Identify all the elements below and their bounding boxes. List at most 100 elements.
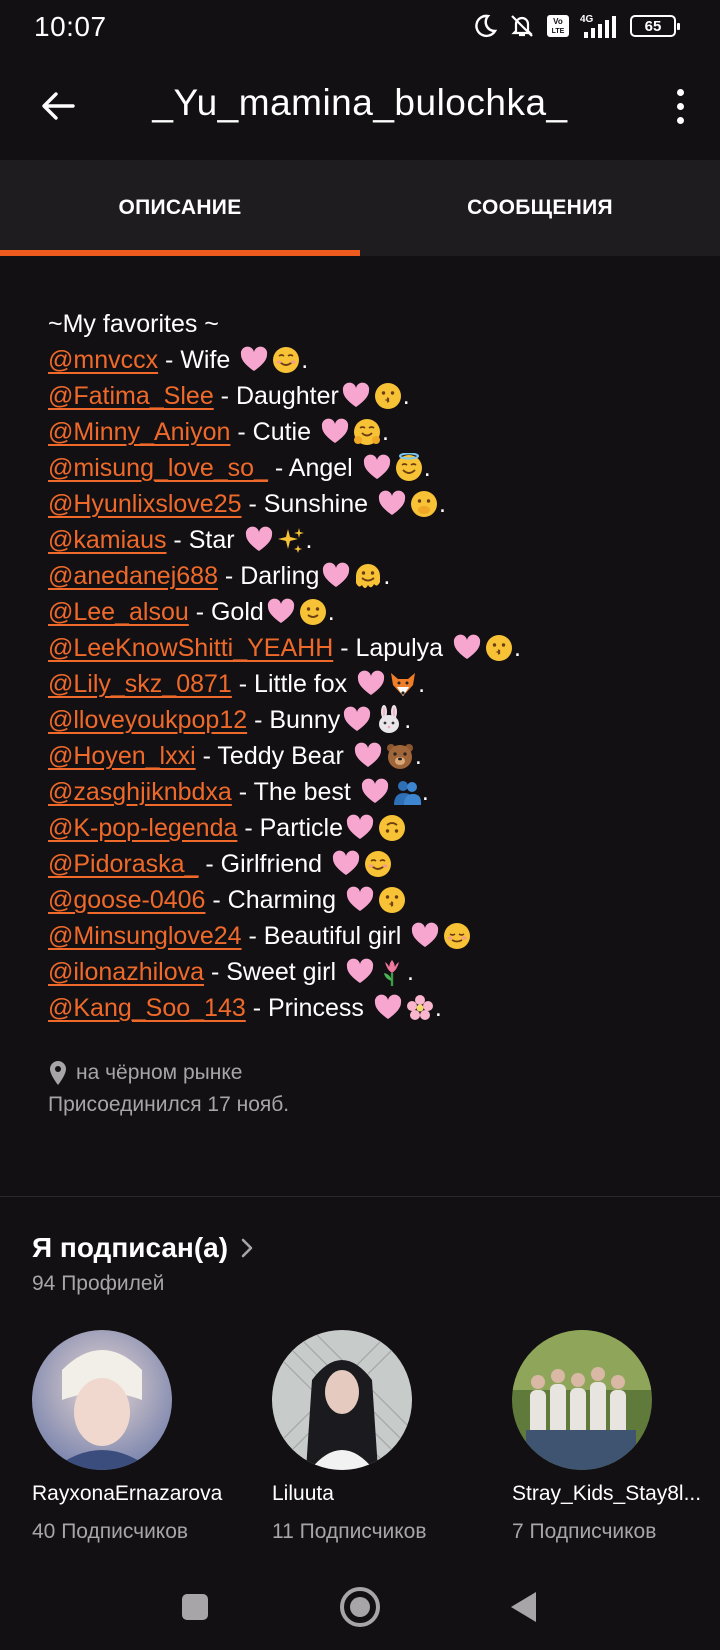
favorite-entry: @kamiaus - Star .: [48, 522, 688, 558]
tab-description[interactable]: ОПИСАНИЕ: [0, 160, 360, 256]
user-mention-link[interactable]: @Lee_alsou: [48, 594, 189, 630]
user-mention-link[interactable]: @zasghjiknbdxa: [48, 774, 232, 810]
kissing-face-icon: [373, 381, 403, 411]
dot: [676, 116, 684, 124]
hand-over-mouth-face-icon: [409, 489, 439, 519]
pink-heart-icon: [342, 705, 372, 735]
volte-icon: Vo LTE: [546, 14, 570, 38]
svg-text:LTE: LTE: [552, 28, 565, 35]
page-title: _Yu_mamina_bulochka_: [152, 82, 568, 123]
entry-punctuation: .: [406, 958, 414, 986]
divider: [0, 1196, 720, 1197]
kissing-face-icon: [484, 633, 514, 663]
square-icon: [182, 1594, 208, 1620]
pink-heart-icon: [331, 849, 361, 879]
favorite-entry: @Pidoraska_ - Girlfriend: [48, 846, 688, 882]
chevron-right-icon: [241, 1238, 253, 1258]
profile-card[interactable]: Stray_Kids_Stay8l... 7 Подписчиков: [512, 1330, 720, 1544]
profile-meta: на чёрном рынке Присоединился 17 нояб.: [48, 1056, 289, 1120]
profile-card[interactable]: RayxonaErnazarova 40 Подписчиков: [32, 1330, 262, 1544]
favorite-entry: @Hyunlixslove25 - Sunshine .: [48, 486, 688, 522]
user-mention-link[interactable]: @K-pop-legenda: [48, 810, 237, 846]
favorite-entry: @Lee_alsou - Gold.: [48, 594, 688, 630]
user-mention-link[interactable]: @LeeKnowShitti_YEAHH: [48, 630, 333, 666]
entry-punctuation: .: [383, 562, 391, 590]
user-mention-link[interactable]: @goose-0406: [48, 882, 205, 918]
pink-heart-icon: [244, 525, 274, 555]
entry-punctuation: .: [414, 742, 422, 770]
user-mention-link[interactable]: @misung_love_so_: [48, 450, 268, 486]
signal-4g-icon: 4G: [580, 12, 620, 40]
entry-punctuation: .: [514, 634, 521, 662]
smiling-eyes-face-icon: [363, 849, 393, 879]
relieved-face-icon: [442, 921, 472, 951]
people-hugging-icon: [392, 777, 422, 807]
favorite-entry: @K-pop-legenda - Particle: [48, 810, 688, 846]
entry-punctuation: .: [381, 418, 389, 446]
description-heading: ~My favorites ~: [48, 310, 219, 338]
entry-punctuation: .: [301, 346, 309, 374]
entry-punctuation: .: [421, 778, 429, 806]
user-mention-link[interactable]: @Minny_Aniyon: [48, 414, 230, 450]
favorite-label: - Beautiful girl: [241, 922, 409, 950]
user-mention-link[interactable]: @anedanej688: [48, 558, 218, 594]
recent-apps-button[interactable]: [170, 1582, 220, 1632]
status-time: 10:07: [34, 11, 107, 42]
tab-messages[interactable]: СООБЩЕНИЯ: [360, 160, 720, 256]
favorite-entry: @anedanej688 - Darling.: [48, 558, 688, 594]
profile-card[interactable]: Liluuta 11 Подписчиков: [272, 1330, 502, 1544]
cherry-blossom-icon: [405, 993, 435, 1023]
favorite-label: - Sweet girl: [204, 958, 343, 986]
profile-name: Stray_Kids_Stay8l...: [512, 1482, 702, 1505]
entry-punctuation: .: [402, 382, 410, 410]
pink-heart-icon: [266, 597, 296, 627]
favorite-label: - Angel: [267, 454, 360, 482]
kissing-plain-face-icon: [377, 885, 407, 915]
pink-heart-icon: [345, 813, 375, 843]
pink-heart-icon: [377, 489, 407, 519]
melting-face-icon: [353, 561, 383, 591]
entry-punctuation: .: [305, 526, 313, 554]
user-mention-link[interactable]: @ilonazhilova: [48, 954, 204, 990]
pink-heart-icon: [341, 381, 371, 411]
following-header[interactable]: Я подписан(а): [32, 1232, 254, 1264]
following-title: Я подписан(а): [32, 1232, 229, 1263]
user-mention-link[interactable]: @Kang_Soo_143: [48, 990, 246, 1026]
svg-text:4G: 4G: [580, 14, 594, 25]
home-button[interactable]: [335, 1582, 385, 1632]
favorite-label: - The best: [231, 778, 358, 806]
user-mention-link[interactable]: @Hyunlixslove25: [48, 486, 242, 522]
hugging-face-icon: [352, 417, 382, 447]
status-icons: Vo LTE 4G 65: [472, 12, 680, 40]
user-mention-link[interactable]: @mnvccx: [48, 342, 158, 378]
user-mention-link[interactable]: @Minsunglove24: [48, 918, 242, 954]
dot: [676, 102, 684, 110]
user-mention-link[interactable]: @Pidoraska_: [48, 846, 198, 882]
pink-heart-icon: [345, 957, 375, 987]
profile-subscribers: 11 Подписчиков: [272, 1520, 427, 1543]
pink-heart-icon: [345, 885, 375, 915]
user-mention-link[interactable]: @Hoyen_lxxi: [48, 738, 196, 774]
favorite-label: - Princess: [245, 994, 371, 1022]
avatar: [32, 1330, 172, 1470]
favorite-entry: @mnvccx - Wife .: [48, 342, 688, 378]
back-nav-button[interactable]: [498, 1582, 548, 1632]
favorite-label: - Charming: [205, 886, 343, 914]
status-bar: 10:07 Vo LTE 4G 65: [0, 0, 720, 54]
profile-name: RayxonaErnazarova: [32, 1482, 223, 1505]
battery-icon: 65: [630, 15, 680, 37]
profile-subscribers: 7 Подписчиков: [512, 1520, 657, 1543]
user-mention-link[interactable]: @Lily_skz_0871: [48, 666, 232, 702]
pink-heart-icon: [321, 561, 351, 591]
user-mention-link[interactable]: @kamiaus: [48, 522, 166, 558]
entry-punctuation: .: [434, 994, 442, 1022]
user-mention-link[interactable]: @Fatima_Slee: [48, 378, 214, 414]
avatar: [512, 1330, 652, 1470]
tulip-icon: [377, 957, 407, 987]
more-options-button[interactable]: [670, 84, 690, 128]
favorite-entry: @LeeKnowShitti_YEAHH - Lapulya .: [48, 630, 688, 666]
pink-heart-icon: [320, 417, 350, 447]
user-mention-link[interactable]: @lloveyoukpop12: [48, 702, 247, 738]
favorite-label: - Darling: [217, 562, 320, 590]
pink-heart-icon: [452, 633, 482, 663]
